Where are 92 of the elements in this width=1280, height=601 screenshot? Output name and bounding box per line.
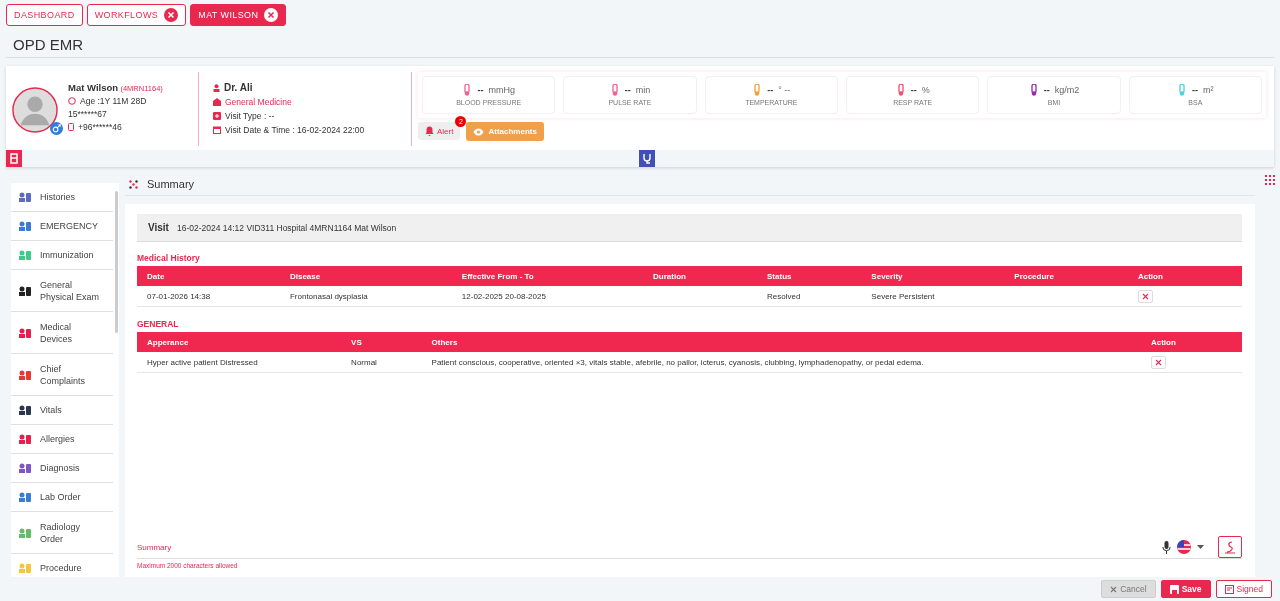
tab[interactable]: MAT WILSON bbox=[190, 4, 287, 26]
visit-text: 16-02-2024 14:12 VID311 Hospital 4MRN1164 Mat Wilson bbox=[176, 222, 397, 233]
page-title: OPD EMR bbox=[6, 36, 1274, 58]
bell-icon bbox=[425, 126, 434, 136]
signed-button[interactable]: Signed bbox=[1215, 580, 1272, 598]
sidebar-item[interactable]: Chief Complaints bbox=[11, 354, 113, 396]
vital-value: -- bbox=[624, 85, 631, 95]
dots-icon bbox=[129, 179, 138, 189]
department-text: General Medicine bbox=[225, 97, 292, 107]
column-header: VS bbox=[341, 332, 422, 352]
phone-text: +96******46 bbox=[78, 122, 122, 132]
cancel-button[interactable]: Cancel bbox=[1101, 580, 1156, 598]
close-icon[interactable] bbox=[264, 8, 279, 22]
vital-unit: ° -- bbox=[778, 85, 791, 95]
plus-icon bbox=[213, 112, 221, 120]
column-header: Action bbox=[1140, 332, 1242, 352]
tab[interactable]: DASHBOARD bbox=[6, 4, 83, 26]
sidebar-item[interactable]: Medical Devices bbox=[11, 312, 113, 354]
vital-value: -- bbox=[1043, 85, 1050, 95]
sidebar-item[interactable]: Vitals bbox=[11, 396, 113, 425]
close-icon[interactable] bbox=[164, 8, 179, 22]
sidebar-item[interactable]: Histories bbox=[11, 183, 113, 212]
patient-name: Mat Wilson bbox=[68, 82, 119, 93]
column-header: Disease bbox=[279, 266, 452, 286]
column-header: Date bbox=[137, 266, 280, 286]
vital-unit: mmHg bbox=[488, 85, 515, 95]
doctor-name: Dr. Ali bbox=[224, 82, 253, 93]
table-cell: 07-01-2026 14:38 bbox=[137, 286, 280, 307]
table-cell: Severe Persistent bbox=[861, 286, 1005, 307]
section-title: Summary bbox=[147, 178, 195, 190]
id-text: 15******67 bbox=[68, 109, 107, 119]
table-cell: Frontonasal dysplasia bbox=[279, 286, 452, 307]
column-header: Effective From - To bbox=[451, 266, 644, 286]
sidebar-item[interactable]: Procedure bbox=[11, 554, 113, 577]
scrollbar[interactable] bbox=[115, 191, 118, 333]
caret-icon[interactable] bbox=[1197, 545, 1204, 549]
vital-value: -- bbox=[910, 85, 917, 95]
close-icon bbox=[1110, 585, 1118, 593]
sidebar-item[interactable]: Diagnosis bbox=[11, 454, 113, 483]
close-icon bbox=[1141, 292, 1149, 300]
section-heading: Medical History bbox=[137, 253, 201, 263]
close-icon bbox=[1154, 358, 1162, 366]
column-header: Action bbox=[1127, 266, 1242, 286]
vital-unit: kg/m2 bbox=[1054, 85, 1080, 95]
vital-unit: min bbox=[635, 85, 651, 95]
column-header: Severity bbox=[861, 266, 1005, 286]
column-header: Apperance bbox=[137, 332, 342, 352]
male-icon bbox=[50, 122, 63, 135]
vital-value: -- bbox=[1192, 85, 1199, 95]
stethoscope-icon[interactable] bbox=[639, 150, 655, 167]
table-cell: Resolved bbox=[757, 286, 862, 307]
grid-menu-icon[interactable] bbox=[1265, 175, 1275, 185]
flag-icon[interactable] bbox=[1177, 540, 1191, 554]
signature-icon bbox=[1223, 540, 1237, 554]
signature-button[interactable] bbox=[1218, 536, 1242, 558]
sidebar-item[interactable]: Allergies bbox=[11, 425, 113, 454]
sidebar-item[interactable]: Immunization bbox=[11, 241, 113, 270]
column-header: Duration bbox=[643, 266, 758, 286]
column-header: Procedure bbox=[1004, 266, 1128, 286]
sidebar-item[interactable]: Lab Order bbox=[11, 483, 113, 512]
delete-button[interactable] bbox=[1137, 289, 1153, 303]
vital-value: -- bbox=[767, 85, 774, 95]
table-cell: 12-02-2025 20-08-2025 bbox=[451, 286, 644, 307]
vital-value: -- bbox=[477, 85, 484, 95]
avatar-silhouette bbox=[12, 87, 58, 133]
table-cell: Patient conscious, cooperative, oriented ×3, vitals stable, afebrile, no pallor, icterus, cyanosis, clubbing, lymphadenopathy, or pedal edema. bbox=[421, 352, 1141, 373]
phone-icon bbox=[68, 123, 74, 131]
vital-unit: % bbox=[921, 85, 930, 95]
doctor-icon bbox=[213, 83, 220, 92]
sidebar-item[interactable]: EMERGENCY bbox=[11, 212, 113, 241]
sidebar-item[interactable]: Radiology Order bbox=[11, 512, 113, 554]
sidebar-item[interactable]: General Physical Exam bbox=[11, 270, 113, 312]
vital-unit: m² bbox=[1203, 85, 1214, 95]
visit-label: Visit bbox=[148, 222, 169, 233]
table-cell: Hyper active patient Distressed bbox=[137, 352, 342, 373]
column-header: Others bbox=[421, 332, 1141, 352]
section-heading: GENERAL bbox=[137, 319, 180, 329]
eye-icon bbox=[473, 127, 485, 136]
column-header: Status bbox=[757, 266, 862, 286]
microphone-icon[interactable] bbox=[1162, 540, 1171, 554]
age-text: Age :1Y 11M 28D bbox=[80, 96, 147, 106]
building-icon bbox=[213, 98, 221, 106]
delete-button[interactable] bbox=[1150, 355, 1166, 369]
document-icon bbox=[1224, 584, 1234, 594]
clock-icon bbox=[68, 97, 76, 105]
visit-date-text: Visit Date & Time : 16-02-2024 22:00 bbox=[225, 125, 365, 135]
table-cell: Normal bbox=[341, 352, 422, 373]
floppy-icon bbox=[1169, 584, 1179, 594]
calendar-icon bbox=[213, 126, 221, 134]
tab[interactable]: WORKFLOWS bbox=[86, 4, 187, 26]
save-button[interactable]: Save bbox=[1160, 580, 1211, 598]
visit-type-text: Visit Type : -- bbox=[225, 111, 275, 121]
